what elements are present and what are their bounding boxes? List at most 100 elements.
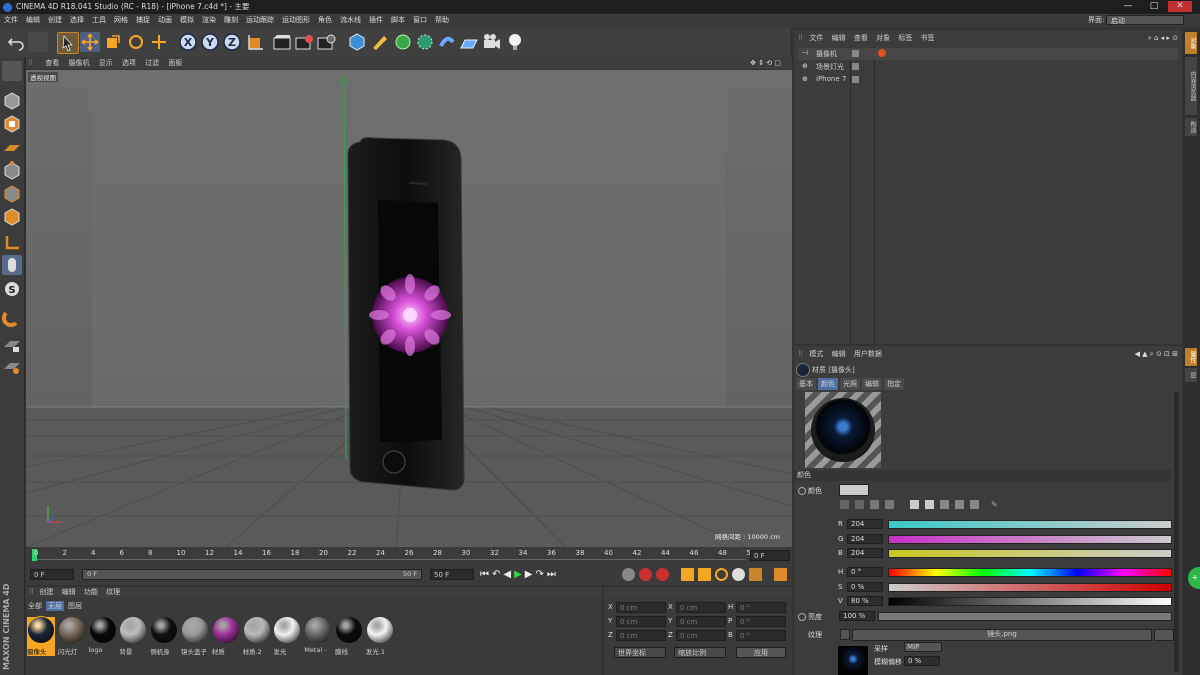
attribute-menu-edit[interactable]: 编辑: [832, 350, 846, 358]
redo-button-icon[interactable]: [28, 32, 48, 52]
y-axis-lock-icon[interactable]: Y: [200, 32, 220, 52]
edges-mode-icon[interactable]: [2, 184, 22, 204]
render-view-icon[interactable]: [272, 32, 292, 52]
key-scale-icon[interactable]: [698, 568, 711, 581]
texture-options-button[interactable]: [1154, 629, 1174, 641]
blur-offset-field[interactable]: 0 %: [904, 656, 940, 666]
object-row-iphone[interactable]: ⊕ iPhone 7: [798, 74, 1178, 86]
viewport-menu-filter[interactable]: 过滤: [145, 59, 159, 67]
coord-value-field[interactable]: 0 cm: [616, 602, 666, 613]
visibility-toggle-icon[interactable]: [852, 50, 859, 57]
channel-value-field[interactable]: 204: [847, 519, 883, 529]
tab-assign[interactable]: 指定: [884, 378, 904, 390]
color-wheel-icon[interactable]: [840, 500, 849, 509]
go-to-start-icon[interactable]: ⏮: [480, 567, 489, 583]
end-frame-field[interactable]: 50 F: [430, 569, 474, 580]
workplane-mode-icon[interactable]: [2, 137, 22, 157]
material-swatch[interactable]: logo: [89, 617, 117, 654]
swatches-icon[interactable]: [970, 500, 979, 509]
object-menu-objects[interactable]: 对象: [876, 34, 890, 42]
menu-item[interactable]: 捕捉: [132, 14, 154, 27]
subdivision-surface-icon[interactable]: [393, 32, 413, 52]
coord-value-field[interactable]: 0 °: [736, 630, 786, 641]
rotate-tool-icon[interactable]: [126, 32, 146, 52]
object-menu-edit[interactable]: 编辑: [832, 34, 846, 42]
visibility-toggle-icon[interactable]: [852, 76, 859, 83]
visibility-toggle-icon[interactable]: [852, 63, 859, 70]
camera-icon[interactable]: [482, 32, 502, 52]
viewport-nav-icons[interactable]: ✥ ⇕ ⟲ ▢: [750, 57, 781, 69]
autokey-record-icon[interactable]: [622, 568, 635, 581]
menu-item[interactable]: 网格: [110, 14, 132, 27]
tab-color[interactable]: 颜色: [818, 378, 838, 390]
timeline-ruler[interactable]: 0 2 4 6 8 10 12 14 16 18 20 22 24 26 28 30 32 34 36 38 40 42 4…: [26, 547, 792, 565]
start-frame-field[interactable]: 0 F: [30, 569, 74, 580]
object-menu-bookmarks[interactable]: 书签: [921, 34, 935, 42]
material-swatch[interactable]: 侧机身: [150, 617, 178, 656]
filter-layer[interactable]: 图层: [66, 601, 84, 611]
material-swatch[interactable]: 材质: [212, 617, 240, 656]
current-frame-field[interactable]: 0 F: [750, 550, 790, 561]
attribute-nav-icons[interactable]: ◀ ▲ ⌕ ⊙ ⊡ ⊞: [1135, 348, 1178, 360]
mixer-icon[interactable]: [955, 500, 964, 509]
material-menu-function[interactable]: 功能: [84, 588, 98, 596]
side-tab-content-browser[interactable]: 内容浏览器: [1185, 57, 1197, 115]
viewport-menu-cameras[interactable]: 摄像机: [68, 59, 89, 67]
add-tool-icon[interactable]: [149, 32, 169, 52]
object-menu-view[interactable]: 查看: [854, 34, 868, 42]
menu-item[interactable]: 创建: [44, 14, 66, 27]
coord-value-field[interactable]: 0 °: [736, 616, 786, 627]
tab-basic[interactable]: 基本: [796, 378, 816, 390]
scale-mode-select[interactable]: 缩放比例: [674, 647, 726, 658]
menu-item[interactable]: 选择: [66, 14, 88, 27]
image-icon[interactable]: [870, 500, 879, 509]
menu-item[interactable]: 文件: [0, 14, 22, 27]
material-swatch[interactable]: 膜线: [335, 617, 363, 656]
menu-item[interactable]: 窗口: [409, 14, 431, 27]
menu-item[interactable]: 角色: [314, 14, 336, 27]
menu-item[interactable]: 编辑: [22, 14, 44, 27]
key-parameter-icon[interactable]: [732, 568, 745, 581]
coord-value-field[interactable]: 0 cm: [616, 616, 666, 627]
cube-primitive-icon[interactable]: [347, 32, 367, 52]
viewport-menu-options[interactable]: 选项: [122, 59, 136, 67]
channel-value-field[interactable]: 80 %: [847, 596, 883, 606]
texture-mode-icon[interactable]: [2, 114, 22, 134]
menu-item[interactable]: 流水线: [336, 14, 365, 27]
light-icon[interactable]: [505, 32, 525, 52]
make-editable-icon[interactable]: [2, 61, 22, 81]
filter-no-layer[interactable]: 无层: [46, 601, 64, 611]
key-pla-icon[interactable]: [749, 568, 762, 581]
attribute-menu-mode[interactable]: 模式: [809, 350, 823, 358]
channel-value-field[interactable]: 0 %: [847, 581, 883, 592]
rgb-mode-icon[interactable]: [910, 500, 919, 509]
axis-mode-icon[interactable]: [2, 233, 22, 253]
object-menu-tags[interactable]: 标签: [898, 34, 912, 42]
next-frame-icon[interactable]: ▶: [525, 567, 533, 583]
channel-slider[interactable]: [888, 534, 1172, 544]
move-tool-icon[interactable]: [80, 32, 100, 52]
snap-icon[interactable]: S: [2, 279, 22, 299]
channel-slider[interactable]: [888, 549, 1172, 558]
previous-key-icon[interactable]: ↶: [492, 567, 500, 583]
key-rotation-icon[interactable]: [715, 568, 728, 581]
material-menu-create[interactable]: 创建: [39, 588, 53, 596]
x-axis-lock-icon[interactable]: X: [178, 32, 198, 52]
minimize-button[interactable]: —: [1116, 1, 1140, 12]
material-swatch[interactable]: 摄像头: [27, 617, 55, 656]
play-icon[interactable]: ▶: [514, 567, 522, 583]
texture-file-field[interactable]: 镜头.png: [852, 629, 1152, 641]
points-mode-icon[interactable]: [2, 161, 22, 181]
material-swatch[interactable]: 材质.2: [243, 617, 271, 656]
next-key-icon[interactable]: ↷: [536, 567, 544, 583]
maximize-button[interactable]: □: [1142, 1, 1166, 12]
viewport-menu-display[interactable]: 显示: [99, 59, 113, 67]
material-swatch[interactable]: 闪光灯: [58, 617, 86, 656]
layout-select[interactable]: 启动: [1106, 15, 1184, 25]
lock-workplane-icon[interactable]: [2, 335, 22, 355]
menu-item[interactable]: 帮助: [431, 14, 453, 27]
close-button[interactable]: ✕: [1168, 1, 1192, 12]
channel-slider[interactable]: [888, 582, 1172, 592]
timeline-layout-icon[interactable]: [774, 568, 787, 581]
material-swatch[interactable]: Metal -: [304, 617, 332, 654]
